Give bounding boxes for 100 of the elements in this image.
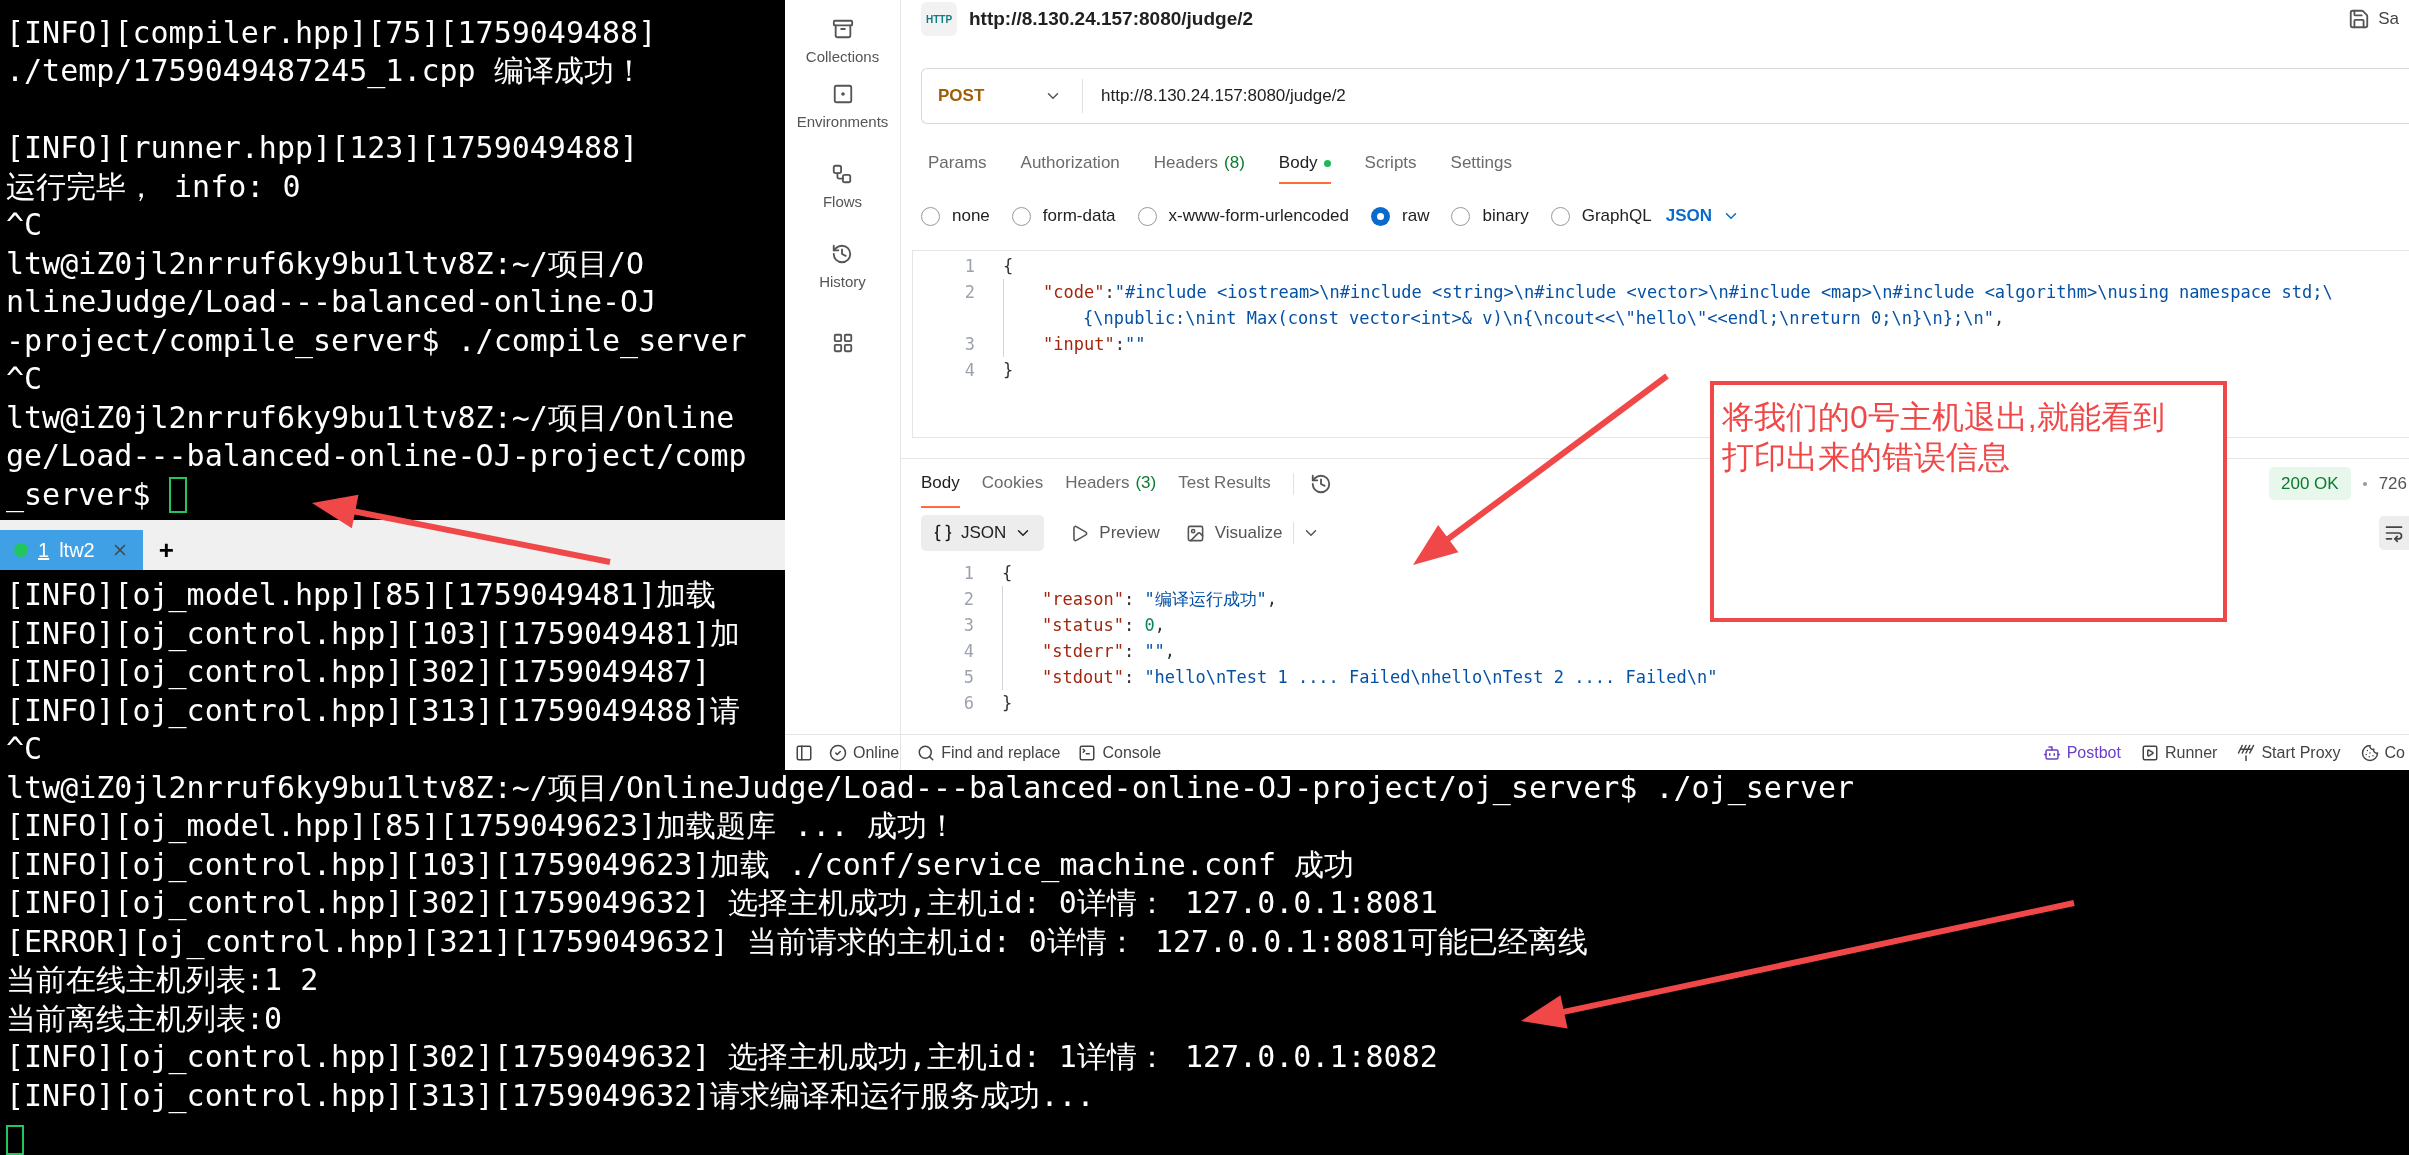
sidebar-icon xyxy=(831,162,854,185)
code-line: "input":"" xyxy=(1043,333,1146,356)
request-tab[interactable]: Scripts xyxy=(1364,144,1417,184)
save-label[interactable]: Sa xyxy=(2378,6,2399,32)
new-tab-button[interactable]: + xyxy=(142,530,190,570)
radio-option[interactable]: form-data xyxy=(1011,203,1116,229)
image-icon xyxy=(1185,523,1205,543)
terminal-line: [INFO][oj_control.hpp][103][1759049481]加 xyxy=(6,615,741,651)
terminal-line: [INFO][oj_model.hpp][85][1759049623]加载题库 ... 成功！ xyxy=(6,808,957,843)
url-bar[interactable]: POST http://8.130.24.157:8080/judge/2 xyxy=(921,68,2409,124)
status-bar-item[interactable]: Console xyxy=(1078,740,1162,765)
line-number: 2 xyxy=(962,588,974,611)
request-title: http://8.130.24.157:8080/judge/2 xyxy=(969,6,1254,31)
terminal-line: -project/compile_server$ ./compile_server xyxy=(6,321,747,360)
line-number: 5 xyxy=(962,666,974,689)
code-line: "stdout": "hello\nTest 1 .... Failed\nhello\nTest 2 .... Failed\n" xyxy=(1042,666,1718,689)
terminal-line: [INFO][oj_control.hpp][313][1759049488]请 xyxy=(6,692,741,728)
braces-icon xyxy=(933,523,953,543)
terminal-line: [INFO][oj_control.hpp][313][1759049632]请求编译和运行服务成功... xyxy=(6,1077,1095,1113)
terminal-line: ltw@iZ0jl2nrruf6ky9bu1ltv8Z:~/项目/OnlineJudge/Load---balanced-online-OJ-project/oj_server$ ./oj_server xyxy=(6,769,1855,805)
status-bar-item[interactable]: Online xyxy=(829,740,900,765)
terminal-line: [INFO][oj_control.hpp][302][1759049632] 选择主机成功,主机id: 0详情： 127.0.0.1:8081 xyxy=(6,885,1438,920)
radio-option[interactable]: raw xyxy=(1371,203,1430,229)
radio-option[interactable]: binary xyxy=(1451,203,1529,229)
terminal-line: ltw@iZ0jl2nrruf6ky9bu1ltv8Z:~/项目/Online xyxy=(6,398,735,437)
bot-icon xyxy=(2042,743,2061,762)
radio-button[interactable] xyxy=(1371,206,1390,226)
terminal-line: nlineJudge/Load---balanced-online-OJ xyxy=(6,283,657,321)
status-bar-item[interactable]: Find and replace xyxy=(917,740,1061,765)
check-circle-icon xyxy=(829,743,847,762)
terminal-line: [INFO][oj_control.hpp][103][1759049623]加载 ./conf/service_machine.conf 成功 xyxy=(6,846,1355,882)
line-number: 3 xyxy=(962,614,974,637)
status-bar-item[interactable]: Start Proxy xyxy=(2237,740,2341,765)
http-icon: HTTP xyxy=(921,2,957,36)
terminal-line: ^C xyxy=(6,206,43,244)
method-select[interactable]: POST xyxy=(922,83,1082,109)
wrap-button[interactable] xyxy=(2379,516,2409,550)
radio-option[interactable]: none xyxy=(921,203,990,229)
url-field[interactable]: http://8.130.24.157:8080/judge/2 xyxy=(1101,83,1346,109)
history-icon[interactable] xyxy=(1309,472,1332,495)
line-number: 3 xyxy=(963,333,975,356)
request-tab[interactable]: Headers (8) xyxy=(1153,144,1245,184)
terminal-line: [INFO][oj_control.hpp][302][1759049487] xyxy=(6,654,711,689)
terminal-line: [INFO][compiler.hpp][75][1759049488] xyxy=(6,13,657,52)
format-select[interactable]: JSON xyxy=(1665,203,1740,229)
sidebar-item[interactable]: Flows xyxy=(822,148,863,228)
antenna-icon xyxy=(2237,743,2256,762)
terminal-line: ./temp/1759049487245_1.cpp 编译成功！ xyxy=(6,52,644,91)
play-icon xyxy=(2140,743,2159,762)
line-number: 1 xyxy=(963,255,975,278)
terminal-line: 当前离线主机列表:0 xyxy=(6,1000,283,1036)
line-number: 6 xyxy=(962,692,974,715)
terminal-line: 运行完毕， info: 0 xyxy=(6,167,301,206)
tab-label: ltw2 xyxy=(59,538,95,563)
sidebar-icon xyxy=(831,82,854,105)
code-line: { xyxy=(1002,562,1013,585)
code-line: } xyxy=(1003,359,1014,382)
request-tab[interactable]: Body xyxy=(1278,144,1331,184)
sidebar-icon xyxy=(831,242,854,265)
radio-option[interactable]: x-www-form-urlencoded xyxy=(1137,203,1349,229)
line-number: 4 xyxy=(962,640,974,663)
sidebar-item[interactable]: Environments xyxy=(796,68,889,148)
code-line: } xyxy=(1002,692,1013,715)
terminal-line: 当前在线主机列表:1 2 xyxy=(6,962,319,997)
line-number: 4 xyxy=(963,359,975,382)
response-tab[interactable]: Cookies xyxy=(981,459,1044,508)
terminal-line: ^C xyxy=(6,360,43,398)
request-tab[interactable]: Params xyxy=(928,144,987,184)
sidebar-icon xyxy=(831,17,854,40)
terminal-line: _server$ xyxy=(6,475,151,514)
status-bar-item[interactable]: Co xyxy=(2360,740,2405,765)
text-cursor xyxy=(6,1125,24,1155)
play-icon xyxy=(1070,523,1090,543)
view-option[interactable]: Preview xyxy=(1070,520,1160,546)
terminal-line: ^C xyxy=(6,731,43,766)
terminal-line: [INFO][oj_control.hpp][302][1759049632] 选择主机成功,主机id: 1详情： 127.0.0.1:8082 xyxy=(6,1039,1438,1074)
save-icon xyxy=(2348,8,2371,30)
radio-option[interactable]: GraphQL xyxy=(1550,203,1652,229)
code-line: "status": 0, xyxy=(1042,614,1165,637)
response-tab[interactable]: Body xyxy=(921,459,960,508)
status-bar-item[interactable]: Postbot xyxy=(2042,740,2121,765)
response-tab[interactable]: Test Results xyxy=(1178,459,1271,508)
code-line: "code":"#include <iostream>\n#include <string>\n#include <vector>\n#include <map>\n#include <algorithm>\nusing namespace std;\ xyxy=(1043,281,2333,304)
code-line: { xyxy=(1003,255,1014,278)
terminal-icon xyxy=(1078,743,1097,762)
sidebar-item[interactable]: Collections xyxy=(805,0,880,68)
response-size: 726 xyxy=(2378,472,2408,495)
grid-icon[interactable] xyxy=(831,332,854,354)
view-select[interactable]: JSON xyxy=(921,515,1045,551)
sidebar-item[interactable]: History xyxy=(819,228,866,308)
response-tab[interactable]: Headers (3) xyxy=(1065,459,1157,508)
terminal-line: [INFO][runner.hpp][123][1759049488] xyxy=(6,129,639,167)
status-bar-item[interactable]: Runner xyxy=(2140,740,2218,765)
code-line: "reason": "编译运行成功", xyxy=(1042,588,1278,611)
code-line: {\npublic:\nint Max(const vector<int>& v)\n{\ncout<<\"hello\"<<endl;\nreturn 0;\n}\n};\n", xyxy=(1083,307,2005,330)
sidebar-toggle-icon[interactable] xyxy=(795,743,813,762)
request-tab[interactable]: Settings xyxy=(1450,144,1512,184)
cookie-icon xyxy=(2360,743,2379,762)
request-tab[interactable]: Authorization xyxy=(1020,144,1120,184)
view-option[interactable]: Visualize xyxy=(1185,520,1283,546)
